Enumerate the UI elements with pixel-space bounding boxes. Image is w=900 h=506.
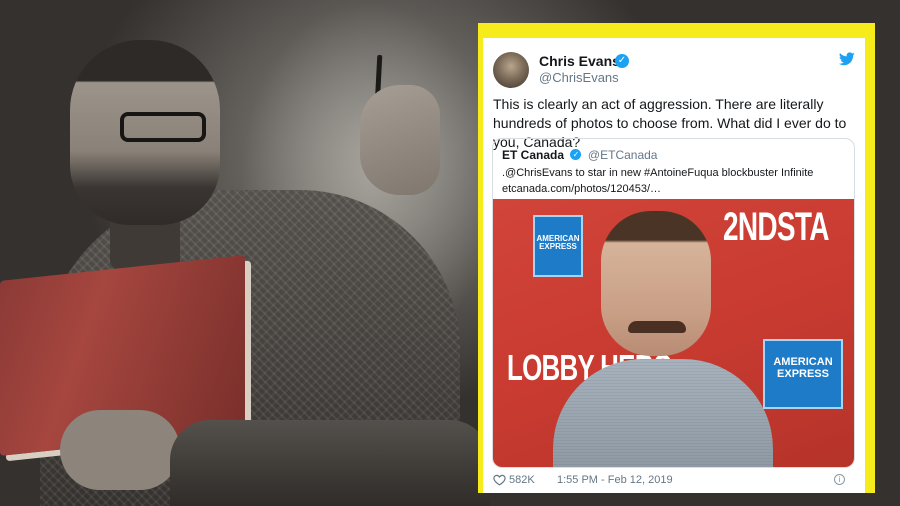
photo-person-mustache <box>628 321 686 333</box>
info-icon[interactable]: i <box>834 474 845 485</box>
quoted-author-handle: @ETCanada <box>587 148 658 162</box>
quoted-tweet-text: .@ChrisEvans to star in new #AntoineFuqu… <box>502 165 847 197</box>
quoted-author-name: ET Canada <box>502 148 565 162</box>
photo-person-head <box>601 211 711 356</box>
book-hand <box>60 410 180 490</box>
quoted-verified-icon: ✓ <box>570 149 582 161</box>
tweet-footer: 582K 1:55 PM - Feb 12, 2019 i <box>493 472 855 490</box>
quoted-tweet-header: ET Canada ✓ @ETCanada <box>502 146 847 164</box>
like-count: 582K <box>509 474 535 486</box>
amex-logo-top: AMERICAN EXPRESS <box>533 215 583 277</box>
quoted-tweet-link[interactable]: etcanada.com/photos/120453/… <box>502 181 847 197</box>
heart-icon[interactable] <box>493 474 506 486</box>
author-handle[interactable]: @ChrisEvans <box>539 70 619 85</box>
tweet-header: Chris Evans ✓ @ChrisEvans <box>493 50 855 90</box>
timestamp[interactable]: 1:55 PM - Feb 12, 2019 <box>557 474 673 486</box>
verified-icon: ✓ <box>615 54 629 68</box>
blanket <box>170 420 490 506</box>
avatar[interactable] <box>493 52 529 88</box>
quoted-tweet[interactable]: ET Canada ✓ @ETCanada .@ChrisEvans to st… <box>492 138 855 468</box>
twitter-bird-icon[interactable] <box>839 52 855 66</box>
author-name[interactable]: Chris Evans <box>539 53 620 69</box>
amex-logo-bottom: AMERICAN EXPRESS <box>763 339 843 409</box>
quoted-tweet-body: .@ChrisEvans to star in new #AntoineFuqu… <box>502 167 814 179</box>
backdrop-text-top: 2NDSTA <box>723 205 829 249</box>
person-hand <box>360 85 440 195</box>
tweet-card: Chris Evans ✓ @ChrisEvans This is clearl… <box>483 38 865 493</box>
person-glasses <box>120 112 206 142</box>
quoted-tweet-photo[interactable]: 2NDSTA AMERICAN EXPRESS LOBBY HERO AMERI… <box>493 199 854 467</box>
